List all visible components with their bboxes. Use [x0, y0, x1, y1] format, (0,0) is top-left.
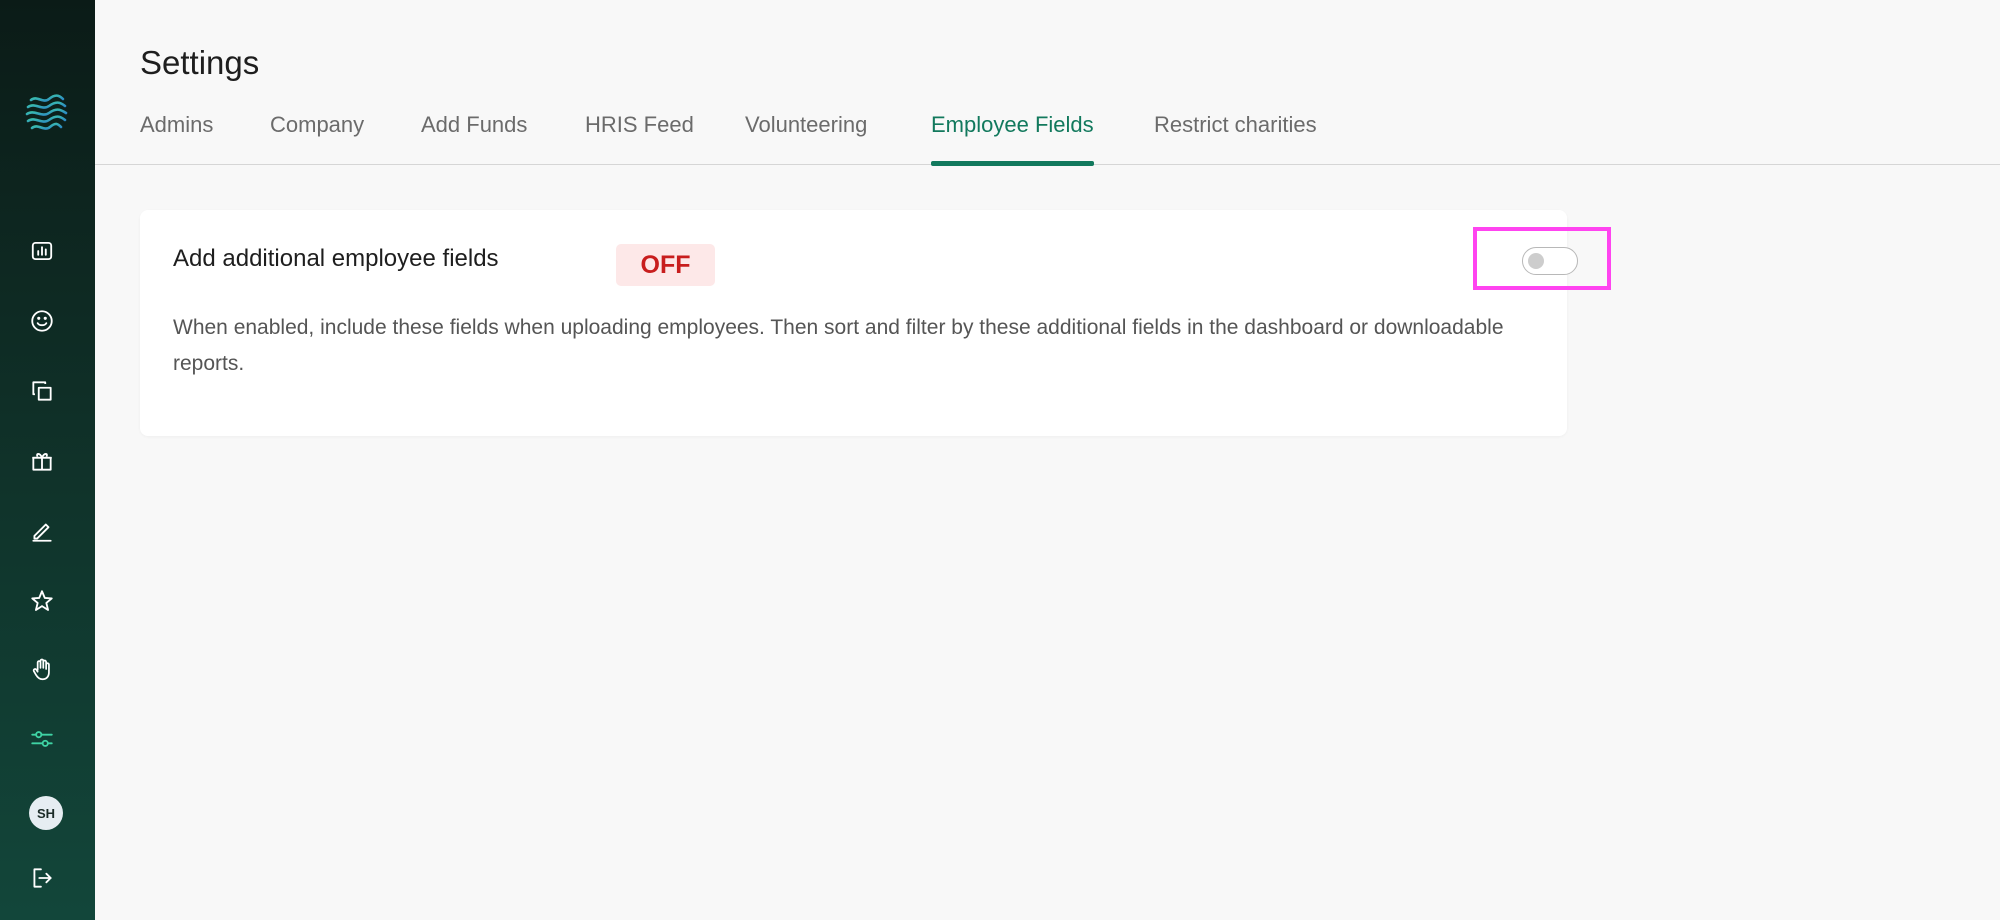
employee-fields-card: Add additional employee fields OFF When … — [140, 210, 1611, 436]
card-description: When enabled, include these fields when … — [173, 316, 1504, 375]
hand-icon[interactable] — [26, 653, 58, 685]
card-title: Add additional employee fields — [173, 245, 499, 272]
tab-bar: Admins Company Add Funds HRIS Feed Volun… — [95, 100, 2000, 166]
page-title: Settings — [140, 44, 260, 81]
tab-add-funds[interactable]: Add Funds — [421, 112, 527, 165]
pencil-icon[interactable] — [26, 515, 58, 547]
tab-volunteering[interactable]: Volunteering — [745, 112, 867, 165]
tab-employee-fields[interactable]: Employee Fields — [931, 112, 1094, 166]
star-icon[interactable] — [26, 585, 58, 617]
employee-fields-toggle[interactable] — [1522, 247, 1578, 275]
toggle-knob — [1528, 253, 1544, 269]
sliders-icon[interactable] — [26, 723, 58, 755]
sidebar: SH — [0, 0, 95, 920]
tab-restrict-charities[interactable]: Restrict charities — [1154, 112, 1317, 165]
wave-logo[interactable] — [23, 90, 69, 136]
main-content: Settings Admins Company Add Funds HRIS F… — [95, 0, 2000, 920]
avatar[interactable]: SH — [29, 796, 63, 830]
tab-admins[interactable]: Admins — [140, 112, 213, 165]
smiley-icon[interactable] — [26, 305, 58, 337]
gift-icon[interactable] — [26, 445, 58, 477]
status-badge: OFF — [616, 244, 715, 286]
logout-icon[interactable] — [26, 862, 58, 894]
copy-icon[interactable] — [26, 375, 58, 407]
bar-chart-icon[interactable] — [26, 235, 58, 267]
tab-company[interactable]: Company — [270, 112, 364, 165]
tab-hris-feed[interactable]: HRIS Feed — [585, 112, 694, 165]
